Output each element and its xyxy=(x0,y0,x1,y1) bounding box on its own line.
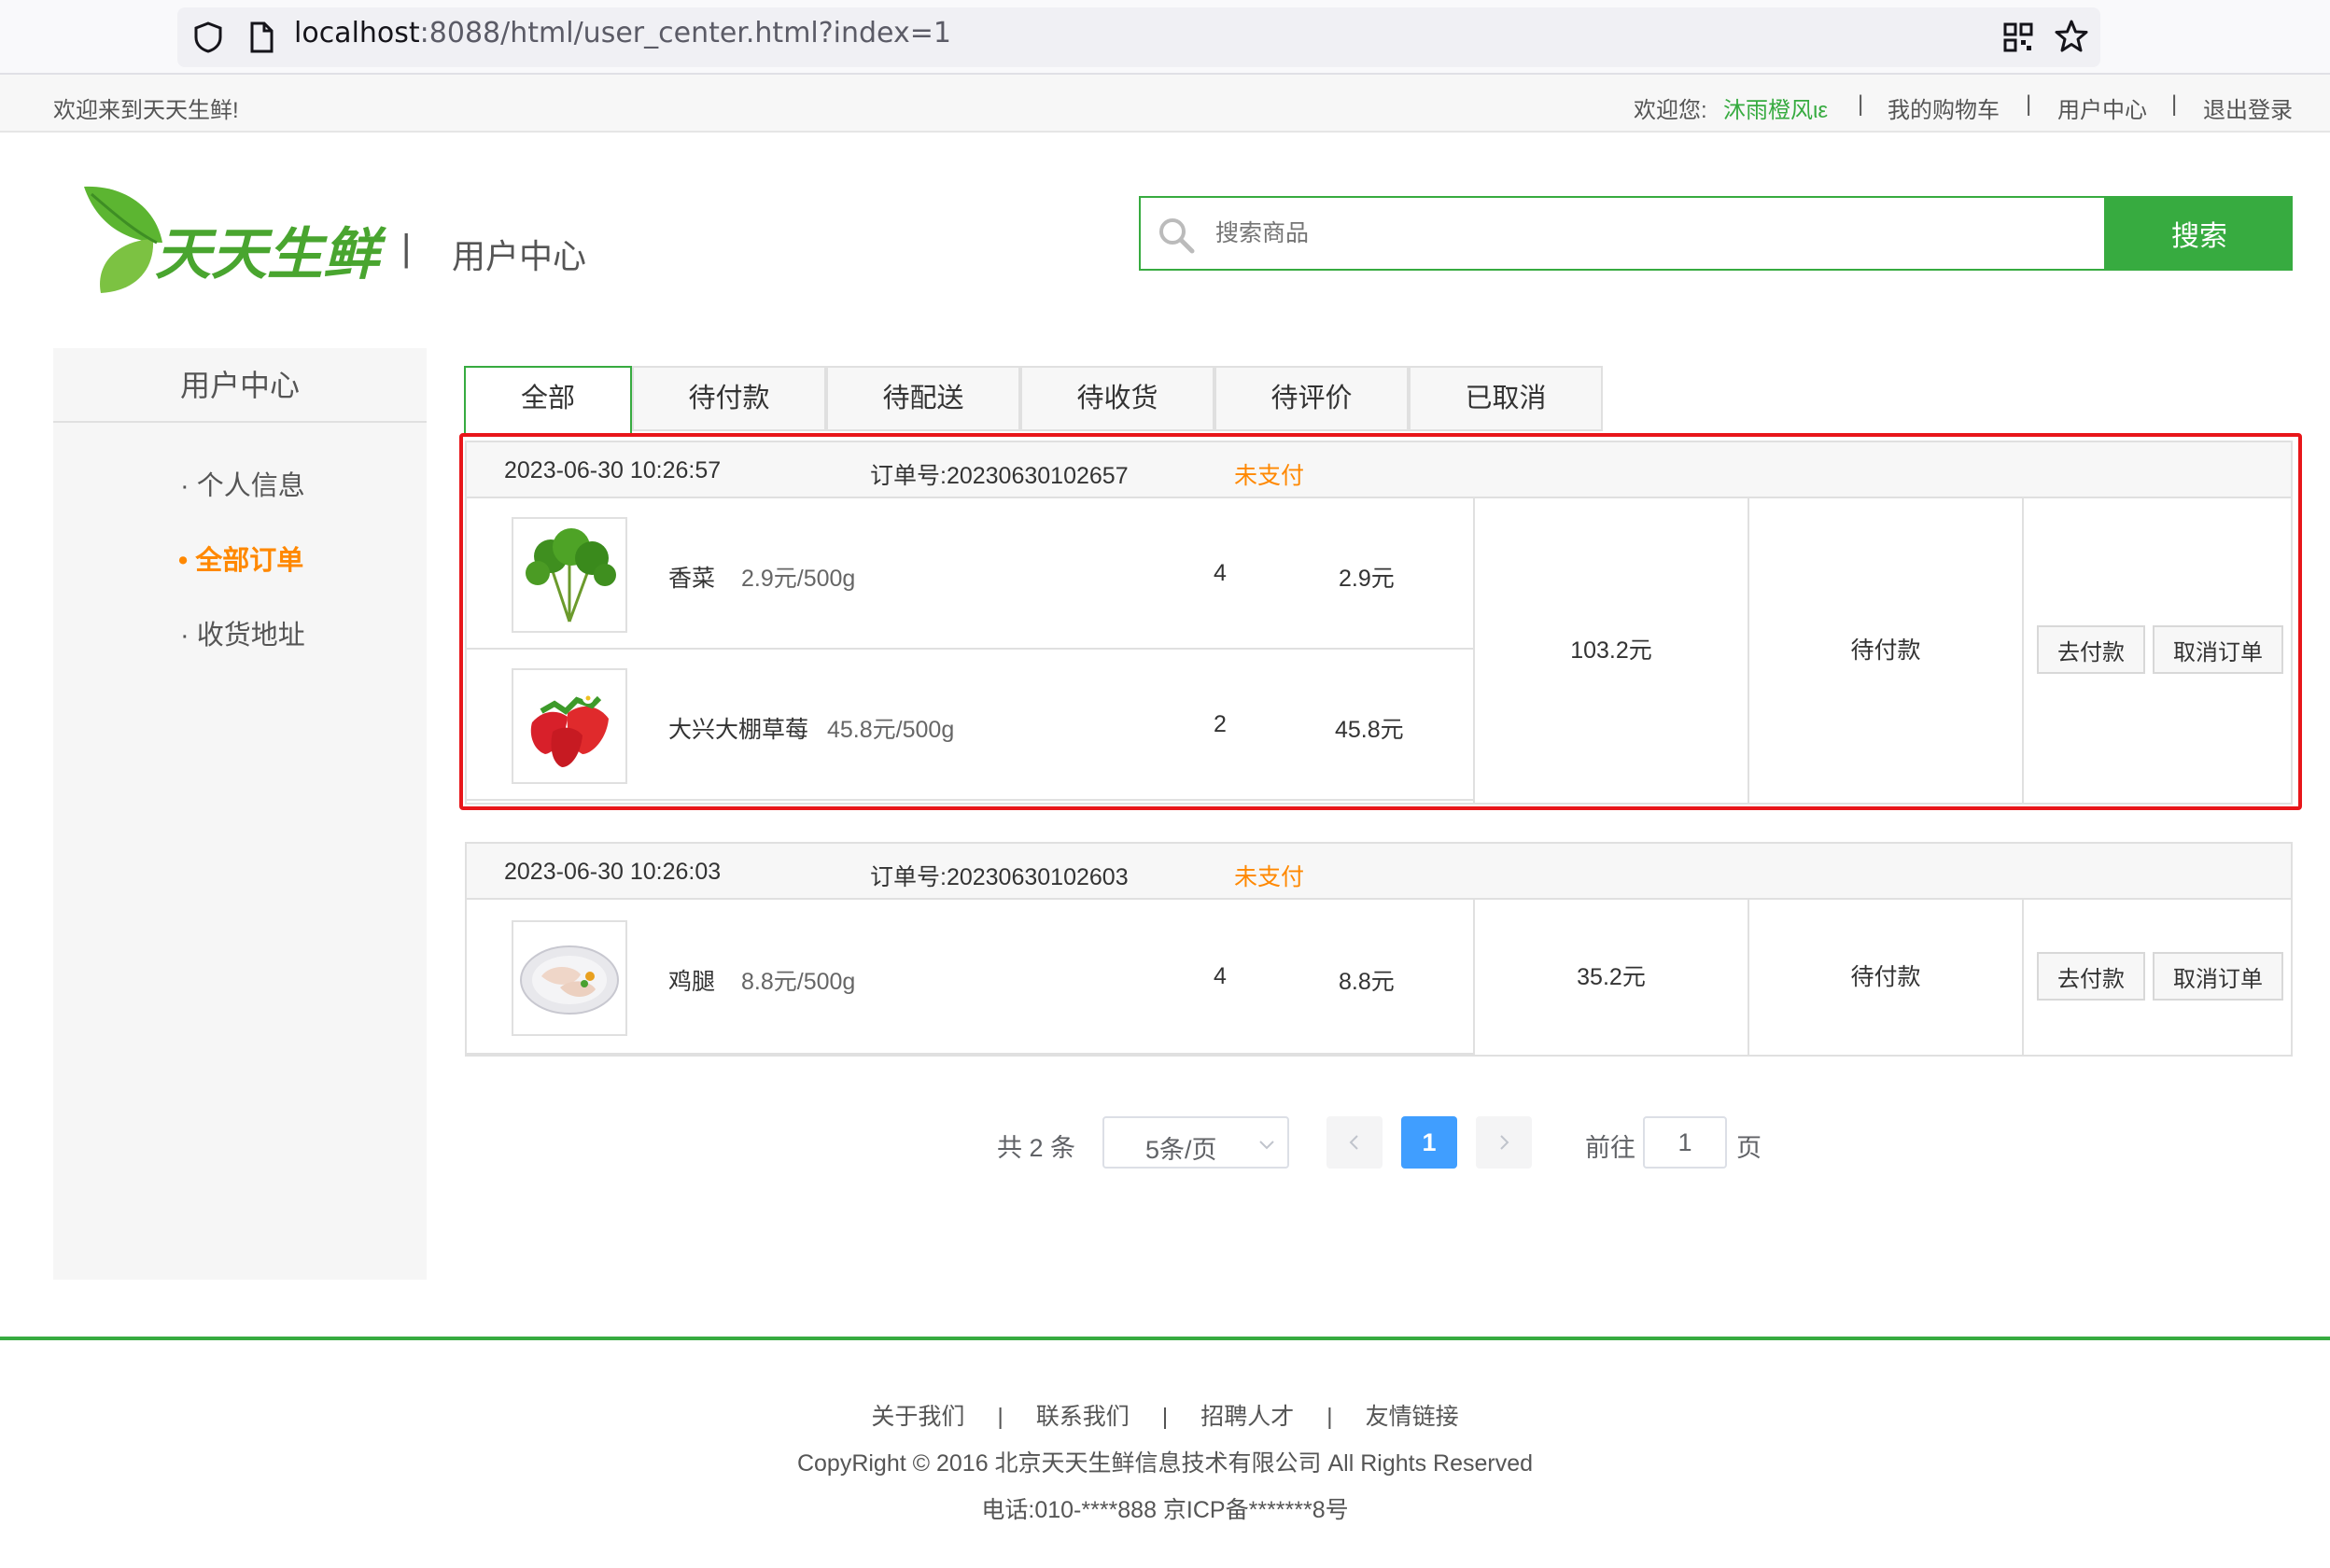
url-text[interactable]: localhost:8088/html/user_center.html?ind… xyxy=(294,17,951,49)
logout-link[interactable]: 退出登录 xyxy=(2203,91,2293,124)
welcome-text: 欢迎来到天天生鲜! xyxy=(53,98,239,123)
search-input[interactable] xyxy=(1215,211,2056,256)
order-time: 2023-06-30 10:26:03 xyxy=(504,859,722,885)
product-subtotal: 8.8元 xyxy=(1339,969,1395,995)
user-center-link[interactable]: 用户中心 xyxy=(2057,91,2147,124)
topbar-separator: | xyxy=(1858,91,1864,117)
search-button[interactable]: 搜索 xyxy=(2106,196,2293,271)
product-name[interactable]: 鸡腿 xyxy=(668,963,715,997)
topbar-separator: | xyxy=(2171,91,2178,117)
shield-icon[interactable] xyxy=(192,21,224,54)
topbar-separator: | xyxy=(2026,91,2032,117)
chevron-left-icon xyxy=(1349,1135,1358,1150)
page-number-current[interactable]: 1 xyxy=(1401,1116,1457,1169)
tab-pending-receipt[interactable]: 待收货 xyxy=(1020,366,1214,431)
sidebar-item-profile[interactable]: · 个人信息 xyxy=(180,464,305,503)
goto-page-input[interactable]: 1 xyxy=(1643,1116,1727,1169)
order-header: 2023-06-30 10:26:03 订单号:20230630102603 未… xyxy=(467,844,2291,900)
next-page-button[interactable] xyxy=(1476,1116,1532,1169)
footer-link-friends[interactable]: 友情链接 xyxy=(1366,1404,1459,1430)
sidebar: 用户中心 · 个人信息 • 全部订单 · 收货地址 xyxy=(53,348,427,1280)
footer-separator: | xyxy=(1326,1404,1333,1430)
browser-toolbar: localhost:8088/html/user_center.html?ind… xyxy=(0,0,2330,75)
page-suffix: 页 xyxy=(1736,1134,1762,1162)
tab-pending-review[interactable]: 待评价 xyxy=(1214,366,1409,431)
footer-link-contact[interactable]: 联系我们 xyxy=(1036,1404,1130,1430)
greeting-text: 欢迎您: xyxy=(1634,98,1707,123)
cancel-order-button[interactable]: 取消订单 xyxy=(2153,952,2283,1001)
footer-links: 关于我们 | 联系我们 | 招聘人才 | 友情链接 xyxy=(0,1398,2330,1432)
product-image-chicken-leg[interactable] xyxy=(512,920,627,1036)
tab-all[interactable]: 全部 xyxy=(464,366,632,433)
chevron-down-icon xyxy=(1259,1141,1274,1150)
prev-page-button[interactable] xyxy=(1326,1116,1383,1169)
top-welcome-bar: 欢迎来到天天生鲜! 欢迎您: 沐雨橙风ιε | 我的购物车 | 用户中心 | 退… xyxy=(0,75,2330,133)
goto-label: 前往 xyxy=(1585,1134,1635,1162)
page-size-select[interactable]: 5条/页 xyxy=(1102,1116,1289,1169)
order-card: 2023-06-30 10:26:03 订单号:20230630102603 未… xyxy=(465,842,2293,1057)
pagination-total: 共 2 条 xyxy=(997,1134,1076,1162)
footer-divider xyxy=(0,1337,2330,1340)
footer-contact: 电话:010-****888 京ICP备*******8号 xyxy=(981,1497,1349,1523)
product-quantity: 4 xyxy=(1214,963,1227,989)
footer-separator: | xyxy=(997,1404,1004,1430)
goods-row: 鸡腿 8.8元/500g 4 8.8元 xyxy=(467,900,1473,1055)
chicken-leg-image xyxy=(520,945,619,1015)
site-logo[interactable]: 天天生鲜 xyxy=(82,181,379,299)
tab-pending-payment[interactable]: 待付款 xyxy=(632,366,826,431)
cart-link[interactable]: 我的购物车 xyxy=(1888,91,2000,124)
search-icon xyxy=(1159,218,1195,254)
sidebar-item-address[interactable]: · 收货地址 xyxy=(180,613,305,652)
footer-link-jobs[interactable]: 招聘人才 xyxy=(1200,1404,1294,1430)
order-status: 未支付 xyxy=(1234,864,1305,890)
pay-button[interactable]: 去付款 xyxy=(2037,952,2145,1001)
footer-copyright: CopyRight © 2016 北京天天生鲜信息技术有限公司 All Righ… xyxy=(796,1450,1534,1477)
bookmark-star-icon[interactable] xyxy=(2054,19,2089,54)
chevron-right-icon xyxy=(1500,1135,1509,1150)
header-divider: | xyxy=(401,228,412,269)
product-price: 8.8元/500g xyxy=(741,969,856,995)
goto-page-value: 1 xyxy=(1677,1128,1692,1156)
username-link[interactable]: 沐雨橙风ιε xyxy=(1723,91,1828,124)
sidebar-item-all-orders[interactable]: • 全部订单 xyxy=(178,539,303,578)
footer-separator: | xyxy=(1161,1404,1169,1430)
tab-pending-delivery[interactable]: 待配送 xyxy=(826,366,1020,431)
order-number: 订单号:20230630102603 xyxy=(870,864,1129,890)
logo-text: 天天生鲜 xyxy=(155,223,379,286)
sidebar-title: 用户中心 xyxy=(53,348,427,423)
order-total: 35.2元 xyxy=(1473,900,1748,1055)
footer-link-about[interactable]: 关于我们 xyxy=(871,1404,964,1430)
search-box xyxy=(1139,196,2106,271)
page-icon xyxy=(250,21,274,53)
page-title: 用户中心 xyxy=(452,237,587,275)
selection-highlight xyxy=(459,433,2302,810)
tab-cancelled[interactable]: 已取消 xyxy=(1409,366,1603,431)
qr-code-icon[interactable] xyxy=(2003,22,2033,52)
order-actions: 去付款 取消订单 xyxy=(2022,900,2291,1055)
page-size-value: 5条/页 xyxy=(1145,1136,1217,1164)
order-state: 待付款 xyxy=(1748,900,2022,1055)
